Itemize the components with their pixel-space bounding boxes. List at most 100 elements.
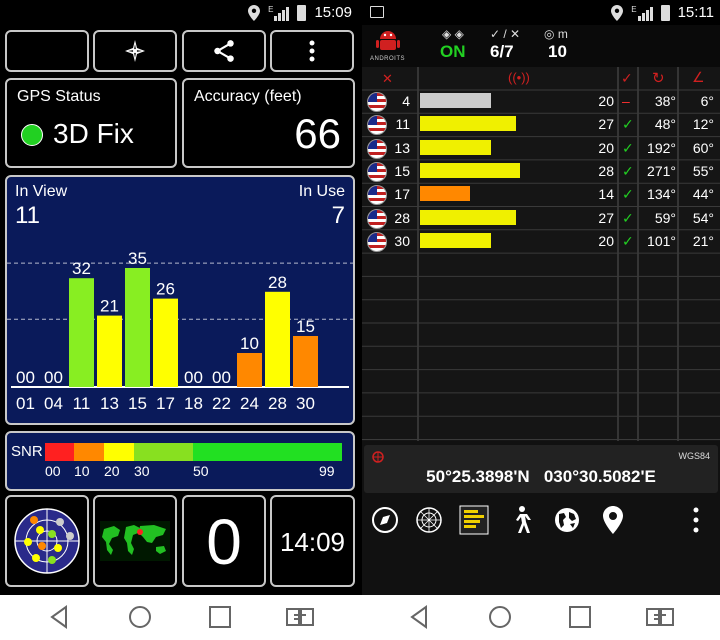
accuracy-card[interactable]: Accuracy (feet) 66 [182,78,355,168]
snr-bar-chart: 00 01 00 04 32 11 21 13 35 15 26 17 00 18 00 22 10 24 28 28… [7,249,353,413]
snr-bar-28 [265,291,290,387]
snr-value-label: 00 [44,368,63,387]
image-notification-icon [370,6,384,18]
snr-bar [420,186,470,202]
location-icon [611,4,624,21]
snr-bar-30 [293,336,318,387]
used-indicator: – [622,93,630,109]
satellite-column-icon: ✕ [382,71,393,86]
recents-icon[interactable] [564,601,596,633]
snr-label: SNR [11,443,43,460]
satellite-row[interactable]: 11 27 ✓ 48° 12° [362,113,720,136]
clock-tile[interactable]: 14:09 [270,495,355,587]
counter-tile[interactable]: 0 [182,495,266,587]
switch-app-icon[interactable] [644,601,676,633]
switch-app-icon[interactable] [284,601,316,633]
used-indicator: ✓ [622,116,634,133]
snr-value: 28 [598,162,614,179]
azimuth-value: 192° [647,139,676,156]
counter-value: 0 [206,506,242,578]
gps-status-value: 3D Fix [53,118,134,149]
snr-value: 14 [598,186,614,203]
azimuth-value: 271° [647,162,676,179]
snr-bar-11 [69,278,94,387]
overflow-menu-button[interactable] [270,30,354,72]
fix-status-dot [21,124,43,146]
snr-value-label: 00 [212,368,231,387]
used-satellites-value: 6/7 [490,42,514,61]
location-pin-icon[interactable] [602,505,624,535]
used-indicator: ✓ [622,162,634,179]
accuracy-icon: ◎ m [544,27,568,41]
snr-value-label: 32 [72,259,91,278]
clock: 15:11 [677,4,714,21]
us-flag-icon [367,208,387,229]
status-bar-left: E 15:09 [0,0,358,25]
home-icon[interactable] [124,601,156,633]
signal-strength-column-icon: ((•)) [508,70,530,85]
prn-value: 28 [394,209,410,226]
home-icon[interactable] [484,601,516,633]
coordinates-panel[interactable]: WGS84 50°25.3898'N 030°30.5082'E [364,445,718,493]
globe-earth-icon[interactable] [552,505,582,535]
latitude-value: 50°25.3898'N [426,467,530,486]
satellite-row[interactable]: 28 27 ✓ 59° 54° [362,207,720,230]
us-flag-icon [367,185,387,206]
snr-legend: SNR 00 10 20 30 50 99 [5,431,355,491]
world-map-tile[interactable] [93,495,177,587]
compass-star-button[interactable] [93,30,177,72]
world-map-icon [100,521,170,561]
prn-value: 4 [402,93,410,109]
gps-status-card[interactable]: GPS Status 3D Fix [5,78,177,168]
gps-status-panel: GPS Status 3D Fix Accuracy (feet) 66 In … [0,25,358,595]
snr-value-label: 00 [16,368,35,387]
recents-icon[interactable] [204,601,236,633]
star-icon [125,40,145,62]
app-header: ANDROITS ◈ ◈ ON ✓ / ✕ 6/7 ◎ m 10 [362,25,720,67]
snr-value-label: 21 [100,297,119,316]
satellite-row[interactable]: 4 20– 38° 6° [362,90,720,113]
back-icon[interactable] [44,601,76,633]
snr-bar [420,93,491,108]
signal-icon: E [268,5,290,21]
snr-value: 20 [598,93,614,109]
accuracy-label: Accuracy (feet) [194,88,302,105]
snr-bar [420,162,520,178]
night-mode-button[interactable] [5,30,89,72]
satellite-row[interactable]: 17 14 ✓ 134° 44° [362,183,720,206]
satellite-row[interactable]: 13 20 ✓ 192° 60° [362,137,720,160]
prn-value: 17 [394,186,410,203]
elevation-value: 44° [692,186,714,203]
clock: 15:09 [314,4,352,21]
walking-icon[interactable] [506,505,536,535]
more-vert-icon[interactable] [692,505,700,535]
prn-value: 30 [394,232,410,249]
compass-icon[interactable] [370,505,400,535]
snr-tick: 30 [134,463,150,479]
snr-tick: 50 [193,463,209,479]
share-button[interactable] [182,30,266,72]
prn-tick-label: 04 [44,394,63,413]
prn-tick-label: 24 [240,394,259,413]
clock-value: 14:09 [279,527,346,557]
prn-tick-label: 22 [212,394,231,413]
globe-icon [372,451,384,463]
snr-bar [420,116,516,132]
gps-status-icons: ◈ ◈ [442,27,464,41]
signal-bars-icon[interactable] [458,504,490,536]
status-bar-right: E 15:11 [362,0,720,25]
elevation-value: 55° [692,162,714,179]
satellite-list-panel: ANDROITS ◈ ◈ ON ✓ / ✕ 6/7 ◎ m 10 ✕ ((•))… [362,25,720,595]
bottom-toolbar [362,499,720,543]
elevation-column-icon: ∠ [692,69,705,85]
satellite-row[interactable]: 15 28 ✓ 271° 55° [362,160,720,183]
elevation-value: 21° [692,232,714,249]
radar-icon[interactable] [414,505,444,535]
battery-icon [660,4,670,21]
radar-view-tile[interactable] [5,495,89,587]
used-indicator: ✓ [622,139,634,156]
back-icon[interactable] [404,601,436,633]
satellite-snr-chart[interactable]: In View 11 In Use 7 00 01 00 04 32 11 21 13 35 15… [5,175,355,425]
satellite-row[interactable]: 30 20 ✓ 101° 21° [362,230,720,253]
snr-tick: 20 [104,463,120,479]
